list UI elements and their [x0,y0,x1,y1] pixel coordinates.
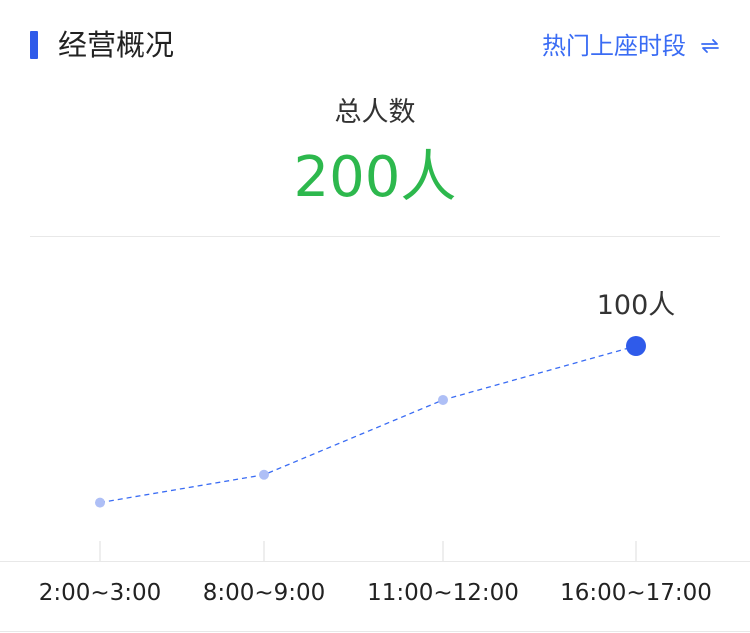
x-tick-label: 16:00~17:00 [560,580,712,606]
hot-time-period-button[interactable]: 热门上座时段 [542,30,720,62]
title-accent-bar [30,31,38,59]
divider [30,236,720,237]
x-tick-label: 11:00~12:00 [367,580,519,606]
total-people-label: 总人数 [334,97,416,128]
series-line [99,345,637,504]
x-tick-label: 2:00~3:00 [39,580,162,606]
section-title: 经营概况 [58,28,175,62]
data-point-highlight [626,336,646,356]
overview-header: 经营概况 热门上座时段 [0,0,750,90]
data-label: 100人 [597,290,676,321]
total-people-value: 200人 [293,145,457,210]
data-point [259,469,269,480]
data-point [438,394,448,405]
bottom-divider [0,631,750,632]
x-tick-label: 8:00~9:00 [203,580,326,606]
data-point [95,497,105,508]
axis-divider [0,561,750,562]
hot-time-period-label: 热门上座时段 [542,32,686,60]
swap-arrows-icon [701,39,719,53]
